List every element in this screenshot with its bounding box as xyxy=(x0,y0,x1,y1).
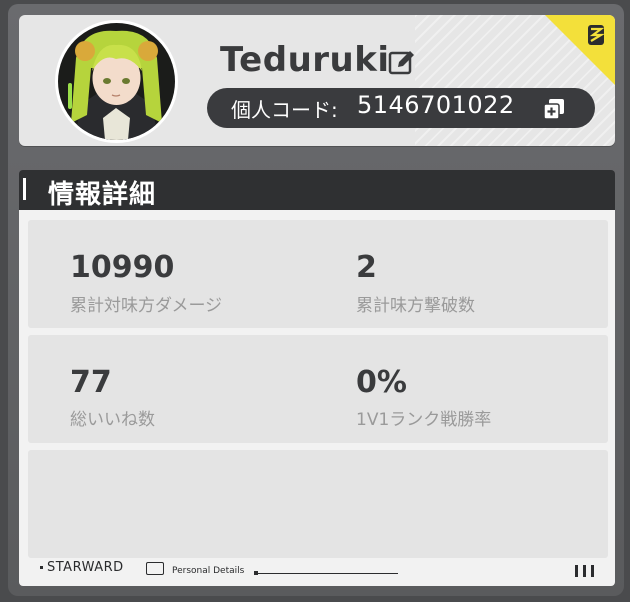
stat-label: 1V1ランク戦勝率 xyxy=(356,410,492,430)
avatar[interactable] xyxy=(55,20,178,143)
stats-row-empty xyxy=(28,450,608,558)
footer-subtitle: Personal Details xyxy=(172,566,245,576)
copy-icon[interactable] xyxy=(543,98,565,120)
section-accent xyxy=(23,178,26,200)
personal-code-pill: 個人コード: 5146701022 xyxy=(207,88,595,128)
stat-label: 累計味方撃破数 xyxy=(356,296,475,316)
username: Teduruki xyxy=(220,40,390,80)
section-header: 情報詳細 xyxy=(19,170,615,210)
avatar-image xyxy=(58,23,175,140)
footer-dot xyxy=(40,566,43,569)
stat-label: 総いいね数 xyxy=(70,410,155,430)
footer-brand-text: STARWARD xyxy=(47,560,124,575)
edit-icon[interactable] xyxy=(386,47,418,79)
stats-row-1: 10990 累計対味方ダメージ 2 累計味方撃破数 xyxy=(28,220,608,328)
stat-value: 2 xyxy=(356,250,377,285)
details-panel: 10990 累計対味方ダメージ 2 累計味方撃破数 77 総いいね数 0% 1V… xyxy=(19,210,615,586)
stats-row-2: 77 総いいね数 0% 1V1ランク戦勝率 xyxy=(28,335,608,443)
stat-value: 0% xyxy=(356,365,407,400)
footer: STARWARD Personal Details xyxy=(40,560,600,580)
stat-value: 10990 xyxy=(70,250,175,285)
personal-code-label: 個人コード: xyxy=(231,98,338,122)
starward-logo-icon xyxy=(588,25,605,45)
section-title: 情報詳細 xyxy=(48,180,157,210)
stat-label: 累計対味方ダメージ xyxy=(70,296,223,316)
footer-line xyxy=(256,573,398,574)
stat-value: 77 xyxy=(70,365,112,400)
fast-forward-icon xyxy=(146,562,164,575)
footer-bars-icon xyxy=(570,562,600,577)
personal-code-value: 5146701022 xyxy=(357,91,515,119)
footer-brand: STARWARD xyxy=(40,560,124,575)
